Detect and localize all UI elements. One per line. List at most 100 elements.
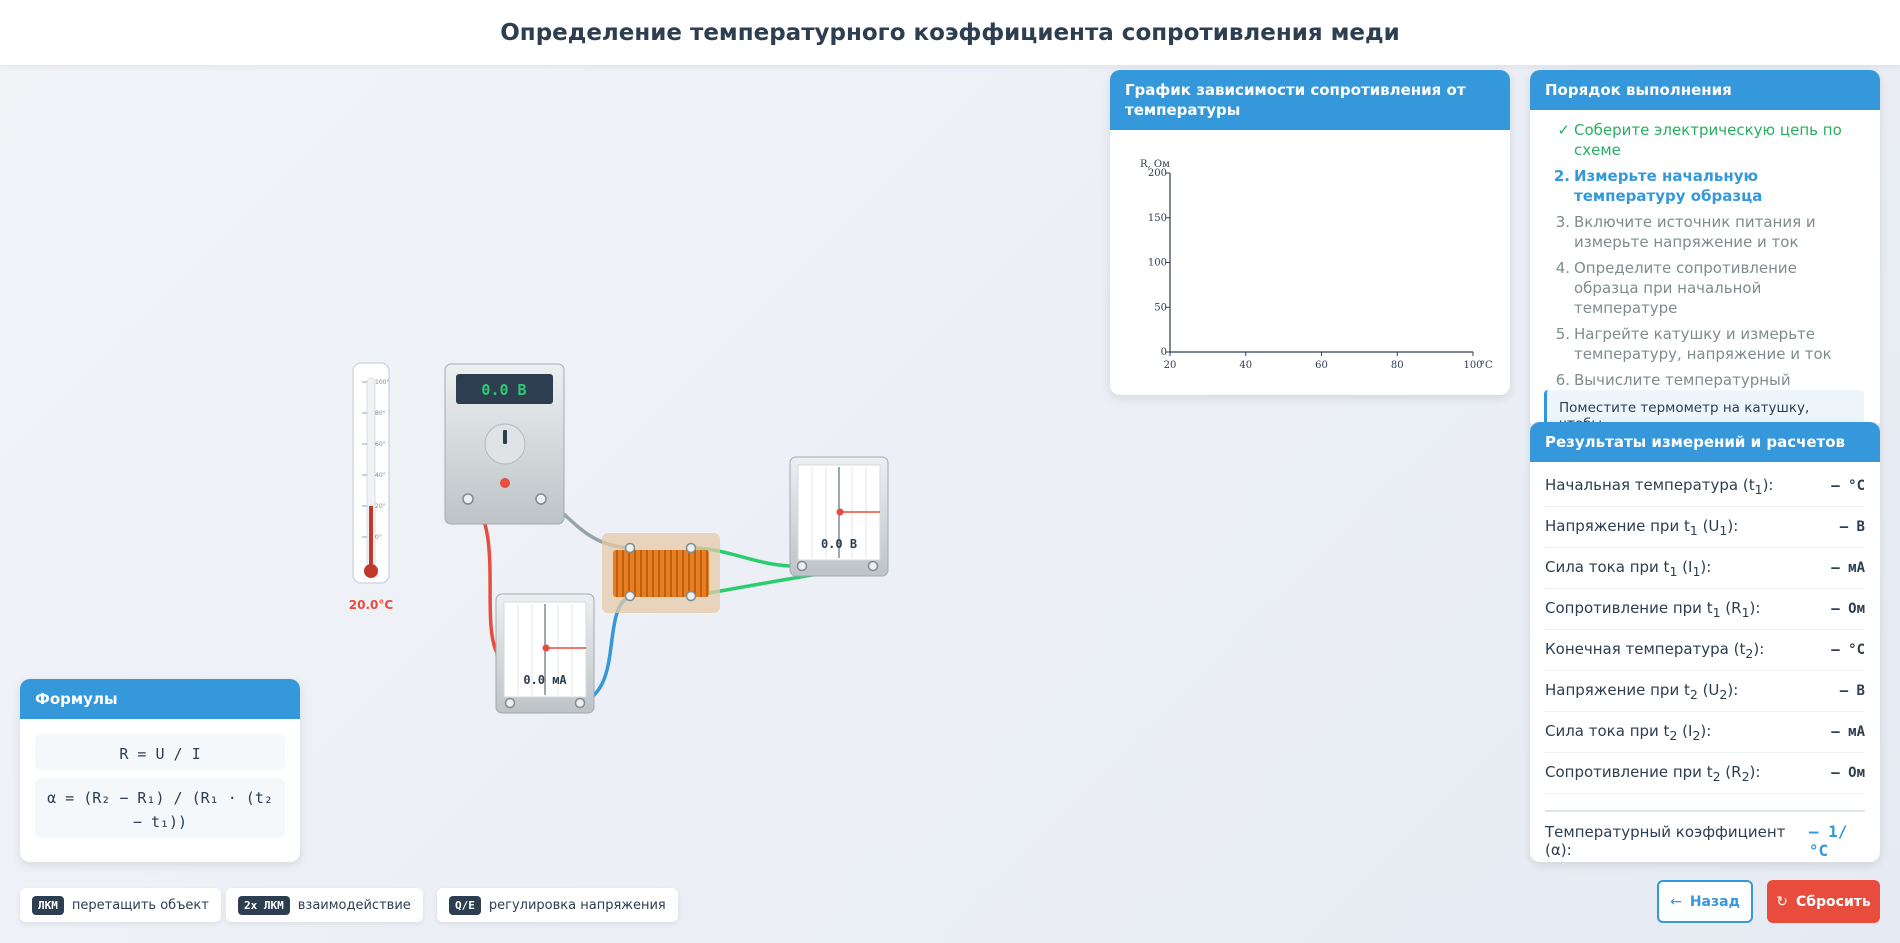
result-label-subscript: 1 (1689, 522, 1698, 538)
result-label: Напряжение при t1 (U1): (1545, 517, 1738, 538)
result-label-part: Сопротивление при t (1545, 598, 1713, 617)
result-value: – мА (1831, 560, 1865, 576)
coil-terminal-2[interactable] (685, 542, 697, 554)
thermo-tick-40: 40° (375, 472, 386, 479)
hint-text-interact: взаимодействие (297, 897, 411, 913)
hint-interact: 2x ЛКМ взаимодействие (226, 888, 423, 922)
thermo-tick-20: 20° (375, 503, 386, 510)
hint-text-voltage: регулировка напряжения (488, 897, 666, 913)
result-label: Сила тока при t2 (I2): (1545, 722, 1711, 743)
voltmeter[interactable]: 0.0 В (789, 456, 889, 577)
formula-ohm: R = U / I (35, 734, 285, 770)
result-row: Сопротивление при t1 (R1): – Ом (1545, 589, 1865, 630)
back-button[interactable]: ← Назад (1657, 880, 1753, 923)
result-label-part: ): (1727, 680, 1739, 699)
power-indicator (500, 478, 510, 488)
result-label-part: ): (1700, 721, 1712, 740)
result-label-part: Конечная температура (t (1545, 639, 1746, 658)
power-supply[interactable]: 0.0 В (444, 363, 565, 525)
step-item: ✓ Соберите электрическую цепь по схеме (1552, 120, 1865, 160)
steps-panel: Порядок выполнения ✓ Соберите электрическ… (1530, 70, 1880, 430)
formulas-header: Формулы (20, 679, 300, 719)
step-text: Измерьте начальную температуру образца (1574, 167, 1763, 205)
result-label: Сопротивление при t1 (R1): (1545, 599, 1760, 620)
result-label: Напряжение при t2 (U2): (1545, 681, 1738, 702)
coil-terminal-1[interactable] (624, 542, 636, 554)
result-label-part: (R (1720, 762, 1742, 781)
graph-panel: График зависимости сопротивления от темп… (1110, 70, 1510, 395)
result-label-subscript: 1 (1712, 604, 1721, 620)
hint-voltage: Q/E регулировка напряжения (437, 888, 678, 922)
step-text: Соберите электрическую цепь по схеме (1574, 121, 1842, 159)
ammeter-terminal-right[interactable] (574, 697, 586, 709)
power-terminal-right[interactable] (535, 493, 547, 505)
thermo-tick-100: 100° (375, 379, 389, 386)
result-label-part: Сила тока при t (1545, 721, 1670, 740)
hint-key-qe: Q/E (449, 895, 481, 915)
chart-y-label: R, Ом (1140, 159, 1170, 170)
result-label-part: Начальная температура (t (1545, 475, 1755, 494)
chart-x-tick-label: 40 (1239, 360, 1252, 371)
voltmeter-terminal-left[interactable] (796, 560, 808, 572)
result-value: – Ом (1831, 601, 1865, 617)
result-label-subscript: 2 (1689, 686, 1698, 702)
voltmeter-terminal-right[interactable] (867, 560, 879, 572)
result-label-part: (U (1697, 680, 1720, 699)
result-label-part: Напряжение при t (1545, 516, 1690, 535)
step-text: Нагрейте катушку и измерьте температуру,… (1574, 325, 1832, 363)
coil-terminal-3[interactable] (624, 590, 636, 602)
thermometer-bulb (364, 564, 378, 578)
step-number: 3. (1555, 213, 1570, 231)
step-number: 5. (1555, 325, 1570, 343)
result-label: Начальная температура (t1): (1545, 476, 1773, 497)
chart-y-tick-label: 50 (1154, 302, 1167, 313)
results-panel: Результаты измерений и расчетов Начальна… (1530, 422, 1880, 862)
power-terminal-left[interactable] (462, 493, 474, 505)
result-label-part: ): (1727, 516, 1739, 535)
result-label-part: (R (1720, 598, 1742, 617)
result-label: Сопротивление при t2 (R2): (1545, 763, 1760, 784)
reset-button-label: Сбросить (1795, 893, 1871, 910)
coefficient-label: Температурный коэффициент (α): (1545, 823, 1786, 859)
results-header: Результаты измерений и расчетов (1530, 422, 1880, 462)
step-item: 4. Определите сопротивление образца при н… (1552, 258, 1865, 318)
arrow-left-icon: ← (1670, 893, 1682, 910)
result-label-subscript: 1 (1754, 481, 1763, 497)
result-label-part: ): (1700, 557, 1712, 576)
hint-drag: ЛКМ перетащить объект (20, 888, 221, 922)
result-coefficient-row: Температурный коэффициент (α): – 1/°C (1545, 810, 1865, 860)
result-row: Сопротивление при t2 (R2): – Ом (1545, 753, 1865, 794)
step-item: 3. Включите источник питания и измерьте н… (1552, 212, 1865, 252)
coil-terminal-4[interactable] (685, 590, 697, 602)
graph-header: График зависимости сопротивления от темп… (1110, 70, 1510, 130)
chart-y-tick-label: 100 (1148, 258, 1167, 269)
voltmeter-display: 0.0 В (821, 537, 857, 551)
reset-button[interactable]: ↻ Сбросить (1767, 880, 1880, 923)
result-label-subscript: 1 (1741, 604, 1750, 620)
chart-x-tick-label: 60 (1315, 360, 1328, 371)
result-row: Начальная температура (t1): – °C (1545, 466, 1865, 507)
result-value: – В (1839, 519, 1865, 535)
result-label-part: ): (1753, 639, 1765, 658)
chart-y-tick-label: 150 (1148, 213, 1167, 224)
steps-header: Порядок выполнения (1530, 70, 1880, 110)
chart-x-label: °C (1480, 360, 1493, 371)
thermometer[interactable]: 100° 80° 60° 40° 20° 0° (352, 362, 390, 584)
results-list: Начальная температура (t1): – °C Напряжени… (1530, 466, 1880, 794)
copper-coil[interactable] (602, 533, 720, 613)
step-item: 2. Измерьте начальную температуру образца (1552, 166, 1865, 206)
chart-y-tick-label: 0 (1161, 347, 1167, 358)
formula-alpha: α = (R₂ − R₁) / (R₁ · (t₂ − t₁)) (35, 778, 285, 838)
thermo-tick-0: 0° (375, 534, 382, 541)
ammeter-terminal-left[interactable] (504, 697, 516, 709)
formulas-panel: Формулы R = U / I α = (R₂ − R₁) / (R₁ · … (20, 679, 300, 862)
result-row: Сила тока при t2 (I2): – мА (1545, 712, 1865, 753)
ammeter[interactable]: 0.0 мА (495, 593, 595, 714)
step-text: Определите сопротивление образца при нач… (1574, 259, 1797, 317)
result-value: – В (1839, 683, 1865, 699)
step-item: 5. Нагрейте катушку и измерьте температур… (1552, 324, 1865, 364)
result-label-part: ): (1749, 762, 1761, 781)
back-button-label: Назад (1689, 893, 1740, 910)
thermo-tick-80: 80° (375, 410, 386, 417)
step-number: 2. (1553, 167, 1570, 185)
